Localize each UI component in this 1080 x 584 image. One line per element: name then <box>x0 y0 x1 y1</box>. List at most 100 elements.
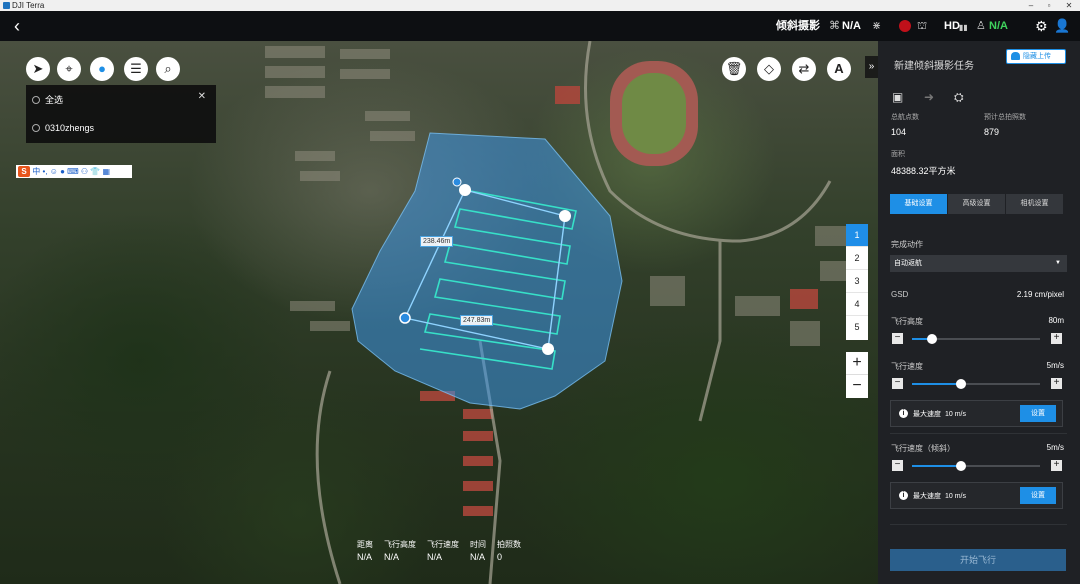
polygon-vertex-2 <box>559 210 571 222</box>
speed-increase-button[interactable]: + <box>1051 378 1062 389</box>
gps-status: N/A <box>842 20 861 32</box>
settings-gear-icon[interactable]: ⚙ <box>1035 18 1048 35</box>
minimize-button[interactable]: – <box>1024 0 1038 11</box>
waypoint-item[interactable]: 1 <box>846 224 868 247</box>
app-logo-icon <box>3 2 10 9</box>
speed-decrease-button[interactable]: − <box>892 378 903 389</box>
collapse-panel-button[interactable]: » <box>865 56 878 78</box>
max-speed-value: 10 m/s <box>945 411 967 418</box>
pin-button[interactable]: ● <box>90 57 114 81</box>
max-speed-value: 10 m/s <box>945 493 967 500</box>
stat-distance: 距离 N/A <box>357 540 373 562</box>
distance-label: 238.46m <box>420 236 454 247</box>
zoom-in-button[interactable]: + <box>846 352 868 375</box>
tab-camera[interactable]: 相机设置 <box>1006 194 1063 214</box>
mission-settings-panel: 新建倾斜摄影任务 隐藏上传 ▣ ➜ ⛭ 总航点数 104 预计总拍照数 879 … <box>878 41 1080 584</box>
window-titlebar: DJI Terra – ▫ ✕ <box>0 0 1080 11</box>
panel-title: 新建倾斜摄影任务 <box>894 61 974 72</box>
stat-time: 时间 N/A <box>470 540 486 562</box>
signal-icon: ⋇ <box>872 20 882 32</box>
stat-photos: 拍照数 0 <box>497 540 521 562</box>
oblique-speed-value: 5m/s <box>1046 443 1064 452</box>
route-toggle-button[interactable]: ⇄ <box>792 57 816 81</box>
gsd-label: GSD <box>891 290 909 299</box>
record-indicator-icon <box>899 20 911 32</box>
slider-thumb[interactable] <box>927 334 938 344</box>
layer-panel: 全选 ✕ 0310zhengs <box>26 85 216 143</box>
speed-value: 5m/s <box>1046 361 1064 370</box>
window-title: DJI Terra <box>12 1 45 10</box>
ime-logo-icon: S <box>18 166 30 177</box>
slider-thumb[interactable] <box>955 379 966 389</box>
start-flight-button[interactable]: 开始飞行 <box>890 549 1066 571</box>
sports-field <box>610 61 698 166</box>
takeoff-point-button[interactable]: A <box>827 57 851 81</box>
zoom-out-button[interactable]: − <box>846 375 868 398</box>
satellite-map[interactable]: ➤ ⌖ ● ☰ ⌕ 🗑 ◇ ⇄ A 全选 ✕ 0310zhengs S 中 •,… <box>0 41 878 584</box>
waypoints-label: 总航点数 <box>891 114 919 121</box>
oblique-speed-label: 飞行速度（倾斜） <box>891 444 955 453</box>
waypoint-item[interactable]: 3 <box>846 270 868 293</box>
waypoint-item[interactable]: 4 <box>846 293 868 316</box>
oblique-speed-increase-button[interactable]: + <box>1051 460 1062 471</box>
compass-button[interactable]: ➤ <box>26 57 50 81</box>
max-speed-label: 最大速度 <box>913 411 941 418</box>
radio-icon[interactable] <box>32 96 40 104</box>
close-window-button[interactable]: ✕ <box>1062 0 1076 11</box>
user-icon[interactable]: 👤 <box>1054 18 1070 34</box>
survey-area-polygon <box>351 132 623 410</box>
polygon-vertex-3 <box>542 343 554 355</box>
search-button[interactable]: ⌕ <box>156 57 180 81</box>
send-icon[interactable]: ➜ <box>924 90 934 104</box>
restore-button[interactable]: ▫ <box>1042 0 1056 11</box>
altitude-increase-button[interactable]: + <box>1051 333 1062 344</box>
max-speed-label: 最大速度 <box>913 493 941 500</box>
photos-value: 879 <box>984 127 1000 137</box>
oblique-max-speed-set-button[interactable]: 设置 <box>1020 487 1056 504</box>
layer-select-all[interactable]: 全选 <box>32 93 63 107</box>
distance-label: 247.83m <box>460 315 494 326</box>
oblique-speed-slider[interactable] <box>912 461 1040 471</box>
upload-button[interactable]: 隐藏上传 <box>1006 49 1066 64</box>
area-label: 面积 <box>891 151 905 158</box>
ime-tools: 中 •, ☺ ● ⌨ ⚇ 👕 ▦ <box>32 167 111 176</box>
start-point-icon <box>452 177 462 187</box>
stat-speed: 飞行速度 N/A <box>427 540 459 562</box>
battery-status: N/A <box>989 20 1008 32</box>
zoom-control: + − <box>846 352 868 398</box>
layer-close-button[interactable]: ✕ <box>198 91 206 102</box>
waypoint-item[interactable]: 2 <box>846 247 868 270</box>
tab-advanced[interactable]: 高级设置 <box>948 194 1005 214</box>
battery-icon: ♙ <box>976 20 986 32</box>
radio-icon[interactable] <box>32 124 40 132</box>
layer-item[interactable]: 0310zhengs <box>32 121 94 135</box>
locate-button[interactable]: ⌖ <box>57 57 81 81</box>
delete-button[interactable]: 🗑 <box>722 57 746 81</box>
speed-slider[interactable] <box>912 379 1040 389</box>
polygon-vertex-4 <box>399 312 411 324</box>
finish-action-select[interactable]: 自动返航 ▼ <box>890 255 1067 272</box>
info-icon: i <box>899 491 908 500</box>
gsd-value: 2.19 cm/pixel <box>1016 290 1064 299</box>
speed-label: 飞行速度 <box>891 362 923 371</box>
save-icon[interactable]: ▣ <box>892 90 903 104</box>
back-button[interactable]: ‹ <box>14 16 20 36</box>
erase-button[interactable]: ◇ <box>757 57 781 81</box>
max-speed-set-button[interactable]: 设置 <box>1020 405 1056 422</box>
oblique-speed-decrease-button[interactable]: − <box>892 460 903 471</box>
altitude-slider[interactable] <box>912 334 1040 344</box>
oblique-max-speed-box: i 最大速度 10 m/s 设置 <box>890 482 1063 509</box>
ime-toolbar[interactable]: S 中 •, ☺ ● ⌨ ⚇ 👕 ▦ <box>16 165 132 178</box>
tab-basic[interactable]: 基础设置 <box>890 194 947 214</box>
altitude-value: 80m <box>1048 316 1064 325</box>
max-speed-box: i 最大速度 10 m/s 设置 <box>890 400 1063 427</box>
photos-label: 预计总拍照数 <box>984 114 1026 121</box>
app-topbar: ‹ 倾斜摄影 ⌘ N/A ⋇ ⛫ HD ▮▮ ♙ N/A ⚙ 👤 <box>0 11 1080 41</box>
altitude-decrease-button[interactable]: − <box>892 333 903 344</box>
advanced-settings-icon[interactable]: ⛭ <box>954 90 964 105</box>
list-button[interactable]: ☰ <box>124 57 148 81</box>
slider-thumb[interactable] <box>955 461 966 471</box>
waypoint-item[interactable]: 5 <box>846 316 868 339</box>
waypoint-list: 1 2 3 4 5 <box>846 224 868 340</box>
altitude-label: 飞行高度 <box>891 317 923 326</box>
